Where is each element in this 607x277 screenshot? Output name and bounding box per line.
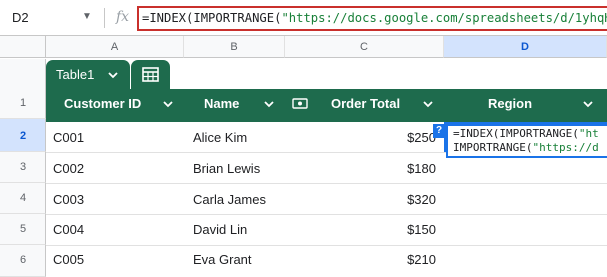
header-order-total[interactable]: Order Total [331,89,400,119]
table-header-row: Customer ID Name Order Total Region [46,89,607,119]
cell-order-total[interactable]: $180 [360,161,436,176]
row-number: 5 [19,223,27,235]
column-header-c[interactable]: C [285,36,444,58]
row-header-4[interactable]: 4 [0,183,46,214]
header-region[interactable]: Region [488,89,532,119]
chevron-down-icon[interactable] [263,98,275,110]
cell-reference: D2 [12,10,29,25]
row-number: 1 [19,97,27,109]
chevron-down-icon[interactable] [582,98,594,110]
cell-editor[interactable]: =INDEX(IMPORTRANGE("ht IMPORTRANGE("http… [446,124,607,158]
fx-icon: fx [116,9,130,25]
cell-name[interactable]: Eva Grant [193,252,252,267]
cell-customer-id[interactable]: C004 [53,222,84,237]
row-divider [46,183,607,184]
cell-customer-id[interactable]: C005 [53,252,84,267]
editor-line-1: =INDEX(IMPORTRANGE("ht [453,127,607,141]
editor-function: IMPORTRANGE( [499,127,579,140]
row-number: 3 [19,161,27,173]
divider [104,8,105,28]
cell-order-total[interactable]: $210 [360,252,436,267]
row-divider [46,214,607,215]
currency-icon [292,98,308,109]
editor-line-2: IMPORTRANGE("https://d [453,141,607,155]
chevron-down-icon[interactable] [422,98,434,110]
cell-name[interactable]: Alice Kim [193,130,247,145]
editor-prefix: =INDEX( [453,127,500,140]
table-name-tab[interactable]: Table1 [46,60,130,89]
row-header-6[interactable]: 6 [0,245,46,277]
row-divider [46,245,607,246]
cell-customer-id[interactable]: C002 [53,161,84,176]
row-header-1[interactable]: 1 [0,59,46,119]
cell-name[interactable]: Carla James [193,192,266,207]
name-box[interactable]: D2 ▼ [0,0,104,36]
column-header-a[interactable]: A [46,36,184,58]
formula-string: "https://docs.google.com/spreadsheets/d/… [281,11,607,25]
cell-customer-id[interactable]: C001 [53,130,84,145]
row-header-2[interactable]: 2 [0,119,46,152]
formula-input[interactable]: =INDEX(IMPORTRANGE("https://docs.google.… [137,6,607,31]
cell-order-total[interactable]: $150 [360,222,436,237]
column-header-b[interactable]: B [184,36,285,58]
row-number: 4 [19,192,27,204]
row-header-5[interactable]: 5 [0,214,46,245]
chevron-down-icon[interactable] [107,69,119,81]
chevron-down-icon[interactable]: ▼ [82,11,92,22]
table-grid-icon [142,67,159,82]
chevron-down-icon[interactable] [162,98,174,110]
editor-string: "https://d [532,141,599,154]
row-header-3[interactable]: 3 [0,152,46,183]
cell-name[interactable]: David Lin [193,222,247,237]
cell-order-total[interactable]: $250 [360,130,436,145]
cell-customer-id[interactable]: C003 [53,192,84,207]
row-number: 2 [19,130,27,142]
editor-function: IMPORTRANGE( [453,141,533,154]
formula-bar: D2 ▼ fx =INDEX(IMPORTRANGE("https://docs… [0,0,607,36]
formula-function: IMPORTRANGE( [193,11,282,25]
row-number: 6 [19,254,27,266]
table-name: Table1 [56,67,95,82]
select-all-corner[interactable] [0,36,46,58]
column-header-d[interactable]: D [444,36,607,58]
formula-prefix: =INDEX( [142,11,194,25]
cell-order-total[interactable]: $320 [360,192,436,207]
cell-name[interactable]: Brian Lewis [193,161,260,176]
editor-string: "ht [578,127,599,140]
help-icon[interactable]: ? [433,124,445,138]
header-customer-id[interactable]: Customer ID [64,89,141,119]
header-name[interactable]: Name [204,89,239,119]
table-settings-tab[interactable] [131,60,170,89]
